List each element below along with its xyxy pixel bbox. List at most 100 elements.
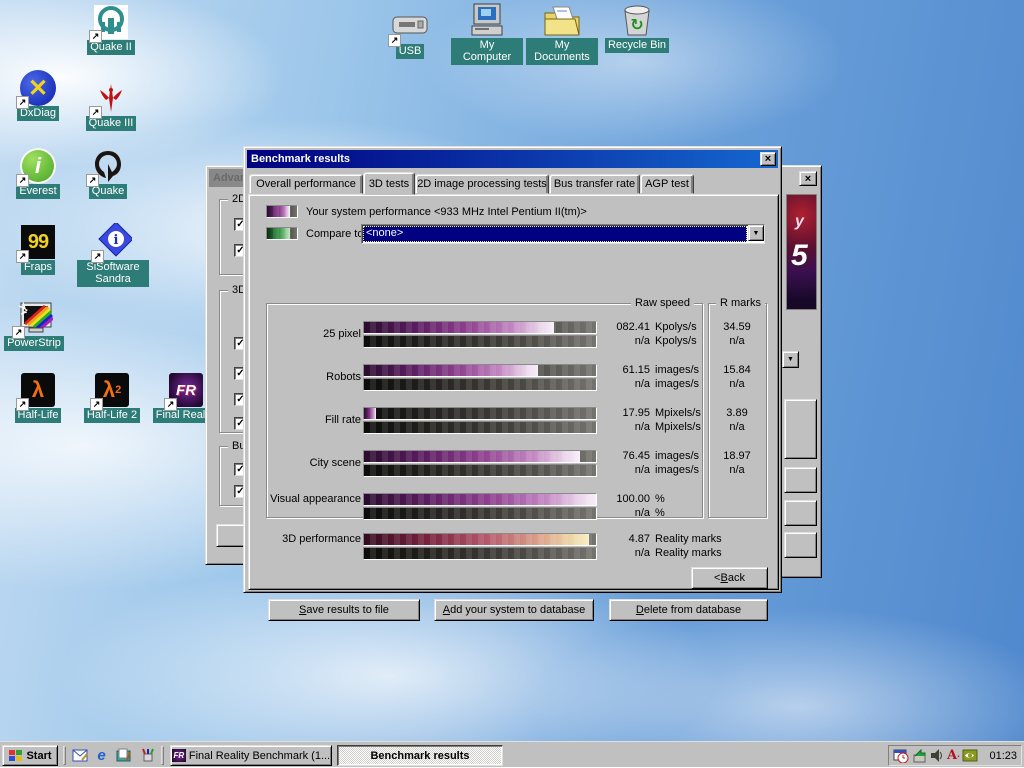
show-desktop-icon	[116, 748, 131, 762]
icon-label: PowerStrip	[4, 336, 64, 351]
icon-label: Quake III	[85, 116, 137, 131]
combobox-dropdown-button[interactable]: ▼	[748, 225, 764, 241]
pcmcia-eject-icon[interactable]	[911, 748, 927, 763]
task-final-reality[interactable]: FR Final Reality Benchmark (1...	[170, 745, 332, 766]
my-documents-icon	[544, 6, 580, 36]
scheduled-tasks-icon[interactable]	[893, 748, 909, 763]
shortcut-arrow-icon: ↗	[13, 327, 24, 338]
close-icon[interactable]: ×	[760, 152, 776, 166]
background-dropdown-button[interactable]: ▼	[782, 351, 799, 368]
clock[interactable]: 01:23	[989, 750, 1017, 762]
icon-label: Quake	[88, 184, 128, 199]
compare-combobox[interactable]: <none> ▼	[361, 224, 765, 244]
quicklaunch-outlook-express[interactable]	[70, 746, 89, 764]
compare-label: Compare to:	[306, 228, 367, 240]
svg-text:↻: ↻	[630, 15, 643, 34]
quicklaunch-view-channels[interactable]	[138, 746, 157, 764]
desktop-icon-usb[interactable]: ↗ USB	[372, 8, 448, 59]
add-to-database-button[interactable]: Add your system to database	[434, 599, 594, 621]
raw-speed-label: Raw speed	[630, 297, 694, 309]
taskbar-handle[interactable]	[161, 746, 164, 765]
tab-overall-performance[interactable]: Overall performance	[249, 174, 363, 194]
system-tray: A· 01:23	[888, 745, 1022, 766]
dialog-title: Benchmark results	[251, 153, 351, 165]
shortcut-arrow-icon: ↗	[90, 31, 101, 42]
icon-label: Quake II	[87, 40, 135, 55]
desktop-icon-quake[interactable]: ↗ Quake	[70, 148, 146, 199]
svg-text:TM: TM	[131, 225, 132, 233]
icon-label: Half-Life 2	[83, 408, 141, 423]
benchmark-titlebar[interactable]: Benchmark results ×	[247, 150, 778, 168]
desktop-icon-halflife[interactable]: λ ↗ Half-Life	[0, 372, 76, 423]
desktop-icon-halflife2[interactable]: λ 2 ↗ Half-Life 2	[74, 372, 150, 423]
icon-label: SiSoftware Sandra	[77, 260, 149, 287]
quicklaunch-internet-explorer[interactable]: e	[92, 746, 111, 764]
quicklaunch-show-desktop[interactable]	[114, 746, 133, 764]
icon-label: Everest	[16, 184, 60, 199]
shortcut-arrow-icon: ↗	[90, 107, 101, 118]
icon-label: Half-Life	[14, 408, 62, 423]
my-computer-icon	[471, 3, 503, 36]
close-icon[interactable]: ×	[799, 171, 817, 186]
your-performance-swatch	[266, 205, 298, 218]
shortcut-arrow-icon: ↗	[17, 175, 28, 186]
windows-logo-icon	[9, 750, 23, 761]
icon-label: Recycle Bin	[604, 38, 670, 53]
final-reality-task-icon: FR	[171, 749, 186, 762]
desktop-icon-fraps[interactable]: 99 ↗ Fraps	[0, 224, 76, 275]
chevron-down-icon: ▼	[752, 229, 760, 237]
r-marks-label: R marks	[716, 297, 765, 309]
tab-panel: Your system performance <933 MHz Intel P…	[248, 194, 779, 621]
background-button-3[interactable]	[784, 532, 817, 558]
benchmark-dialog: Benchmark results × Overall performance …	[243, 146, 782, 621]
ati-tray-icon[interactable]: A·	[947, 748, 960, 763]
ie-icon: e	[97, 746, 106, 764]
icon-label: Fraps	[20, 260, 56, 275]
volume-icon[interactable]	[929, 748, 945, 763]
nvidia-icon[interactable]	[962, 748, 978, 763]
final-reality-artwork: y5	[786, 194, 817, 310]
tab-strip: Overall performance 3D tests 2D image pr…	[248, 172, 777, 195]
icon-label: USB	[395, 44, 425, 59]
delete-from-database-button[interactable]: Delete from database	[609, 599, 768, 621]
tab-bus-transfer-rate[interactable]: Bus transfer rate	[549, 174, 640, 194]
chevron-down-icon: ▼	[787, 356, 794, 363]
shortcut-arrow-icon: ↗	[17, 251, 28, 262]
tab-3d-tests[interactable]: 3D tests	[363, 172, 415, 195]
icon-label: My Computer	[451, 38, 523, 65]
desktop-icon-everest[interactable]: i ↗ Everest	[0, 148, 76, 199]
desktop-icon-sandra[interactable]: i TM ↗ SiSoftware Sandra	[75, 223, 151, 287]
shortcut-arrow-icon: ↗	[87, 175, 98, 186]
background-button-1[interactable]	[784, 467, 817, 493]
desktop-icon-recycle-bin[interactable]: ↻ Recycle Bin	[599, 2, 675, 53]
desktop-icon-quake3[interactable]: ↗ Quake III	[73, 80, 149, 131]
background-tall-button[interactable]	[784, 399, 817, 459]
icon-label: My Documents	[526, 38, 598, 65]
desktop-icon-quake2[interactable]: ↗ Quake II	[73, 4, 149, 55]
back-button[interactable]: < Back	[691, 567, 768, 589]
desktop-icon-my-computer[interactable]: My Computer	[449, 2, 525, 65]
save-results-button[interactable]: Save results to file	[268, 599, 420, 621]
shortcut-arrow-icon: ↗	[17, 97, 28, 108]
desktop-icon-my-documents[interactable]: My Documents	[524, 2, 600, 65]
recycle-bin-icon: ↻	[624, 5, 650, 36]
shortcut-arrow-icon: ↗	[91, 399, 102, 410]
svg-text:i: i	[114, 233, 119, 248]
desktop-icon-dxdiag[interactable]: ✕ ↗ DxDiag	[0, 70, 76, 121]
start-button[interactable]: Start	[2, 745, 58, 766]
shortcut-arrow-icon: ↗	[17, 399, 28, 410]
shortcut-arrow-icon: ↗	[389, 35, 400, 46]
taskbar-handle[interactable]	[63, 746, 66, 765]
desktop-icon-powerstrip[interactable]: ↗ PowerStrip	[0, 300, 72, 351]
shortcut-arrow-icon: ↗	[165, 399, 176, 410]
your-performance-label: Your system performance <933 MHz Intel P…	[306, 206, 587, 218]
channels-icon	[141, 748, 154, 762]
tab-2d-image-processing[interactable]: 2D image processing tests	[415, 174, 549, 194]
combobox-selected-value: <none>	[363, 226, 747, 242]
icon-label: DxDiag	[16, 106, 60, 121]
task-benchmark-results[interactable]: Benchmark results	[337, 745, 503, 766]
compare-swatch	[266, 227, 298, 240]
taskbar: Start e FR Final Reality Benchmark (1...…	[0, 741, 1024, 768]
tab-agp-test[interactable]: AGP test	[640, 174, 694, 194]
background-button-2[interactable]	[784, 500, 817, 526]
